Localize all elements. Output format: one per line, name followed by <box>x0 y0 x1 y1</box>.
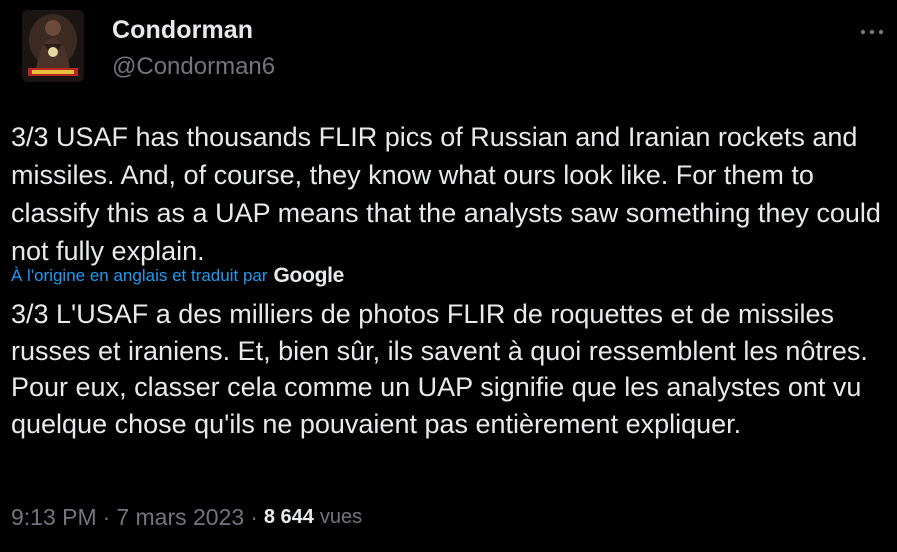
avatar[interactable] <box>22 10 84 82</box>
translation-note-link[interactable]: À l'origine en anglais et traduit par <box>11 266 268 286</box>
tweet-text: 3/3 USAF has thousands FLIR pics of Russ… <box>11 122 881 266</box>
author-handle[interactable]: @Condorman6 <box>112 53 275 81</box>
author-display-name[interactable]: Condorman <box>112 16 253 45</box>
avatar-image <box>22 10 84 82</box>
views-label: vues <box>319 505 363 528</box>
tweet-card: Condorman @Condorman6 3/3 USAF has thous… <box>0 0 897 552</box>
meta-separator: · <box>250 503 258 530</box>
tweet-time[interactable]: 9:13 PM <box>11 504 97 531</box>
translation-attribution: À l'origine en anglais et traduit par Go… <box>11 262 344 290</box>
tweet-date[interactable]: 7 mars 2023 <box>116 504 244 531</box>
views-count: 8 644 <box>263 505 314 528</box>
translated-tweet-text: 3/3 L'USAF a des milliers de photos FLIR… <box>11 299 868 439</box>
meta-separator: · <box>102 503 111 530</box>
google-logo: Google <box>273 264 345 287</box>
more-horizontal-icon[interactable] <box>858 22 886 42</box>
tweet-meta: 9:13 PM · 7 mars 2023 · 8 644 vues <box>11 502 362 532</box>
